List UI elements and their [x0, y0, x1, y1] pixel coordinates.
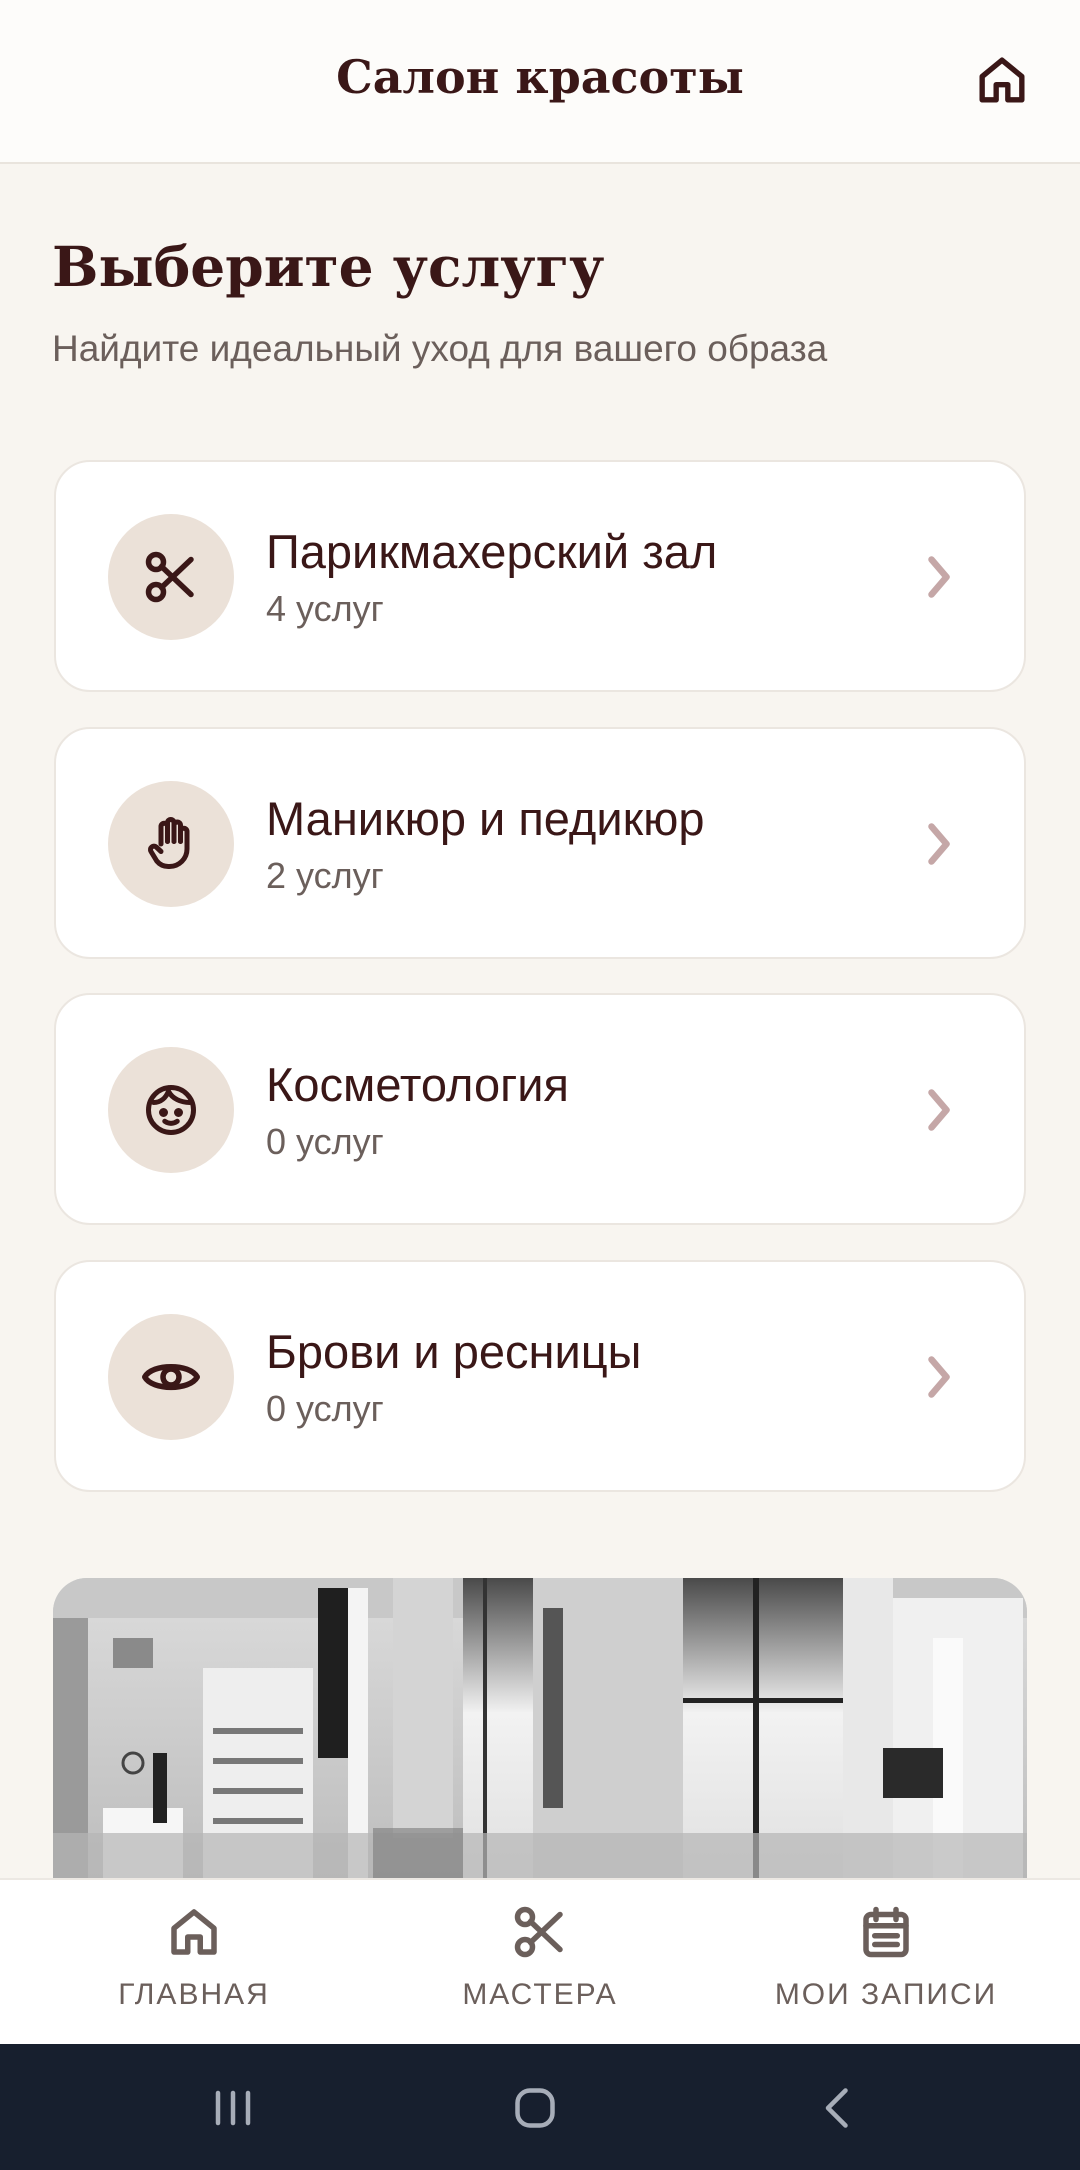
- category-title: Парикмахерский зал: [266, 525, 718, 578]
- nav-home-label: ГЛАВНАЯ: [118, 1978, 270, 2011]
- category-icon-circle: [108, 1047, 234, 1173]
- app-title: Салон красоты: [336, 50, 744, 104]
- face-icon: [146, 1085, 196, 1135]
- category-card-nails[interactable]: Маникюр и педикюр 2 услуг: [54, 727, 1026, 959]
- system-navigation-bar: [0, 2044, 1080, 2170]
- recents-icon[interactable]: [203, 2078, 263, 2138]
- page-title: Выберите услугу: [52, 234, 605, 299]
- salon-interior-photo: [53, 1578, 1027, 1878]
- nav-masters[interactable]: МАСТЕРА: [360, 1880, 720, 2044]
- category-title: Брови и ресницы: [266, 1325, 642, 1378]
- category-icon-circle: [108, 781, 234, 907]
- nav-bookings[interactable]: МОИ ЗАПИСИ: [706, 1880, 1066, 2044]
- eye-icon: [142, 1364, 200, 1390]
- category-count: 4 услуг: [266, 588, 384, 629]
- home-icon: [979, 57, 1025, 103]
- category-count: 0 услуг: [266, 1388, 384, 1429]
- scissors-icon: [145, 551, 194, 603]
- category-card-brows[interactable]: Брови и ресницы 0 услуг: [54, 1260, 1026, 1492]
- category-icon-circle: [108, 1314, 234, 1440]
- chevron-right-icon: [924, 1352, 954, 1402]
- category-count: 2 услуг: [266, 855, 384, 896]
- nav-bookings-label: МОИ ЗАПИСИ: [774, 1978, 998, 2011]
- home-icon: [164, 1902, 224, 1962]
- category-title: Косметология: [266, 1058, 569, 1111]
- nav-home[interactable]: ГЛАВНАЯ: [14, 1880, 374, 2044]
- bottom-navigation: ГЛАВНАЯ МАСТЕРА МОИ ЗАПИСИ: [0, 1878, 1080, 2044]
- scissors-icon: [510, 1902, 570, 1962]
- page-subtitle: Найдите идеальный уход для вашего образа: [52, 328, 828, 369]
- back-icon[interactable]: [808, 2078, 868, 2138]
- category-card-hair[interactable]: Парикмахерский зал 4 услуг: [54, 460, 1026, 692]
- calendar-icon: [856, 1902, 916, 1962]
- app-bar: Салон красоты: [0, 0, 1080, 164]
- category-title: Маникюр и педикюр: [266, 792, 705, 845]
- home-circle-icon[interactable]: [505, 2078, 565, 2138]
- home-button[interactable]: [974, 52, 1030, 108]
- category-icon-circle: [108, 514, 234, 640]
- hand-icon: [148, 817, 190, 869]
- chevron-right-icon: [924, 552, 954, 602]
- category-count: 0 услуг: [266, 1121, 384, 1162]
- chevron-right-icon: [924, 1085, 954, 1135]
- category-card-cosmetology[interactable]: Косметология 0 услуг: [54, 993, 1026, 1225]
- nav-masters-label: МАСТЕРА: [462, 1978, 618, 2011]
- chevron-right-icon: [924, 819, 954, 869]
